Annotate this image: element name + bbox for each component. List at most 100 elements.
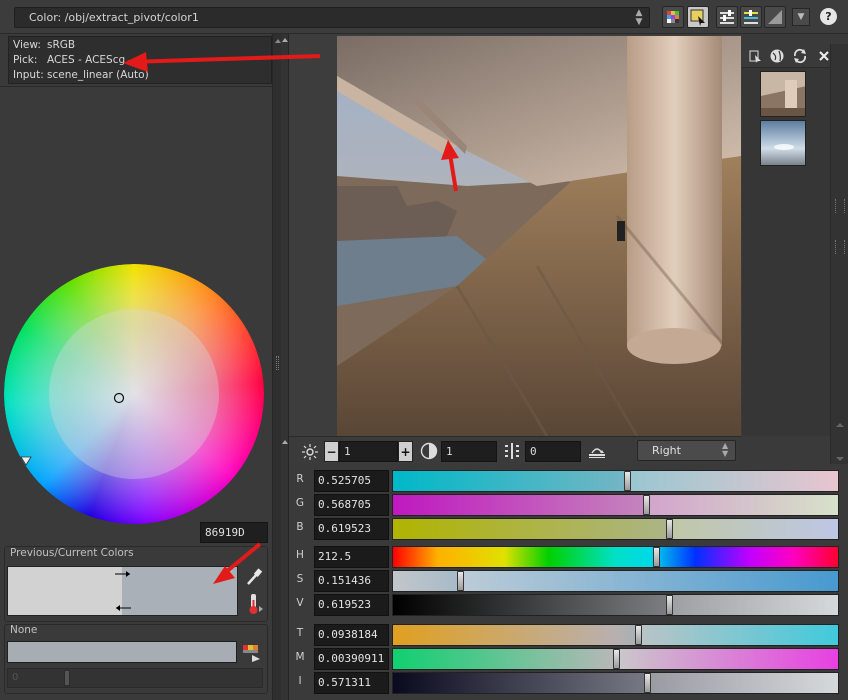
reference-image[interactable] bbox=[337, 36, 741, 436]
node-path-field[interactable]: Color: /obj/extract_pivot/color1 bbox=[14, 7, 650, 28]
slider-label: I bbox=[298, 675, 302, 687]
slider-handle[interactable] bbox=[644, 673, 652, 693]
slider-remaining-overlay bbox=[668, 519, 838, 539]
slider-value-field[interactable]: 0.568705 bbox=[314, 494, 389, 516]
thumbnail-sky[interactable] bbox=[760, 120, 806, 166]
thumbnail-underpass[interactable] bbox=[760, 71, 806, 117]
previous-current-label: Previous/Current Colors bbox=[10, 547, 134, 559]
help-button[interactable]: ? bbox=[820, 8, 837, 25]
slider-handle[interactable] bbox=[643, 495, 651, 515]
slider-row-r: R 0.525705 bbox=[289, 468, 848, 492]
offset-field[interactable]: 0 bbox=[525, 441, 581, 462]
color-wheel[interactable] bbox=[0, 87, 272, 542]
slider-handle[interactable] bbox=[652, 547, 660, 567]
slider-value-field[interactable]: 0.00390911 bbox=[314, 648, 389, 670]
thumbnail-toolbar bbox=[742, 44, 838, 68]
previous-current-swatch[interactable] bbox=[7, 566, 238, 616]
contrast-field[interactable]: 1 bbox=[441, 441, 497, 462]
slider-handle[interactable] bbox=[457, 571, 465, 591]
slider-row-m: M 0.00390911 bbox=[289, 646, 848, 670]
slider-remaining-overlay bbox=[668, 595, 838, 615]
slider-track[interactable] bbox=[392, 570, 839, 592]
slider-label: V bbox=[296, 597, 304, 609]
none-color-field[interactable] bbox=[7, 641, 237, 663]
slider-handle[interactable] bbox=[634, 625, 642, 645]
copy-left-arrow-icon[interactable] bbox=[113, 603, 133, 613]
slider-value-field[interactable]: 0.151436 bbox=[314, 570, 389, 592]
temperature-icon[interactable] bbox=[244, 592, 264, 616]
slider-handle[interactable] bbox=[612, 649, 620, 669]
slider-remaining-overlay bbox=[615, 649, 838, 669]
copy-right-arrow-icon[interactable] bbox=[113, 569, 133, 579]
slider-label: B bbox=[296, 521, 304, 533]
slider-remaining-overlay bbox=[627, 471, 838, 491]
path-dropdown-arrows[interactable]: ▲ ▼ bbox=[629, 8, 649, 27]
slider-track[interactable] bbox=[392, 594, 839, 616]
slider-track[interactable] bbox=[392, 546, 839, 568]
right-scrollbar[interactable] bbox=[830, 44, 848, 464]
refresh-icon[interactable] bbox=[792, 48, 808, 64]
slider-label: H bbox=[296, 549, 304, 561]
slider-remaining-overlay bbox=[460, 571, 838, 591]
slider-handle[interactable] bbox=[665, 519, 673, 539]
color-wheel-area bbox=[0, 86, 272, 541]
slider-value-field[interactable]: 0.525705 bbox=[314, 470, 389, 492]
panel-splitter[interactable] bbox=[272, 34, 281, 700]
scroll-grip-top[interactable] bbox=[835, 199, 845, 213]
slider-handle[interactable] bbox=[624, 471, 632, 491]
none-label: None bbox=[10, 624, 38, 636]
annotation-arrow-swatch bbox=[213, 542, 262, 584]
snapshot-icon[interactable] bbox=[748, 49, 762, 63]
slider-track[interactable] bbox=[392, 494, 839, 516]
slider-track[interactable] bbox=[392, 648, 839, 670]
slider-settings-button[interactable] bbox=[716, 6, 738, 28]
slider-remaining-overlay bbox=[646, 495, 838, 515]
slider-track[interactable] bbox=[392, 672, 839, 694]
slider-label: M bbox=[295, 651, 305, 663]
zoom-plus-button[interactable]: + bbox=[398, 441, 413, 462]
splitter-grip[interactable] bbox=[276, 356, 279, 370]
image-picker-button[interactable] bbox=[687, 6, 709, 28]
slider-row-b: B 0.619523 bbox=[289, 516, 848, 540]
eye-select-arrows-icon: ▲ ▼ bbox=[722, 441, 729, 458]
slider-track[interactable] bbox=[392, 470, 839, 492]
zoom-field[interactable]: 1 bbox=[339, 441, 398, 462]
ruler-up-icon[interactable] bbox=[282, 37, 288, 43]
scroll-arrows-icon[interactable] bbox=[836, 422, 844, 462]
annotation-arrow-image bbox=[441, 140, 459, 192]
hdri-scene-image[interactable] bbox=[337, 36, 741, 436]
slider-value-field[interactable]: 0.571311 bbox=[314, 672, 389, 694]
eye-select-value: Right bbox=[652, 444, 681, 457]
slider-row-t: T 0.0938184 bbox=[289, 622, 848, 646]
offset-icon[interactable] bbox=[503, 442, 521, 460]
slider-value-field[interactable]: 0.619523 bbox=[314, 518, 389, 540]
slider-track[interactable] bbox=[392, 518, 839, 540]
previous-color-swatch[interactable] bbox=[8, 567, 122, 615]
annotation-arrow-pick bbox=[123, 52, 321, 72]
gradient-mode-button[interactable] bbox=[764, 6, 786, 28]
ramp-icon bbox=[768, 10, 782, 24]
slider-value-field[interactable]: 0.0938184 bbox=[314, 624, 389, 646]
slider-value-field[interactable]: 0.619523 bbox=[314, 594, 389, 616]
palette-grid-icon bbox=[667, 11, 679, 23]
slider-layout-button[interactable] bbox=[740, 6, 762, 28]
zoom-minus-button[interactable]: − bbox=[324, 441, 339, 462]
exposure-icon[interactable] bbox=[301, 443, 319, 461]
scroll-grip-bottom[interactable] bbox=[835, 240, 845, 254]
slider-label: T bbox=[296, 627, 304, 639]
stereo-mode-icon[interactable] bbox=[587, 442, 607, 460]
contrast-icon[interactable] bbox=[420, 442, 438, 460]
none-slider-handle[interactable] bbox=[64, 670, 70, 686]
close-icon[interactable] bbox=[818, 50, 830, 62]
none-slider[interactable]: 0 bbox=[7, 668, 263, 688]
slider-handle[interactable] bbox=[665, 595, 673, 615]
slider-value-field[interactable]: 212.5 bbox=[314, 546, 389, 568]
eye-select-dropdown[interactable]: Right ▲ ▼ bbox=[637, 440, 736, 461]
slider-track[interactable] bbox=[392, 624, 839, 646]
ruler-up-icon-2[interactable] bbox=[282, 439, 288, 445]
palette-swap-icon[interactable] bbox=[242, 643, 262, 663]
thumbnail-list bbox=[742, 68, 832, 436]
palette-grid-button[interactable] bbox=[662, 6, 684, 28]
globe-icon[interactable] bbox=[769, 48, 785, 64]
toolbar-menu-button[interactable]: ▼ bbox=[792, 8, 810, 26]
